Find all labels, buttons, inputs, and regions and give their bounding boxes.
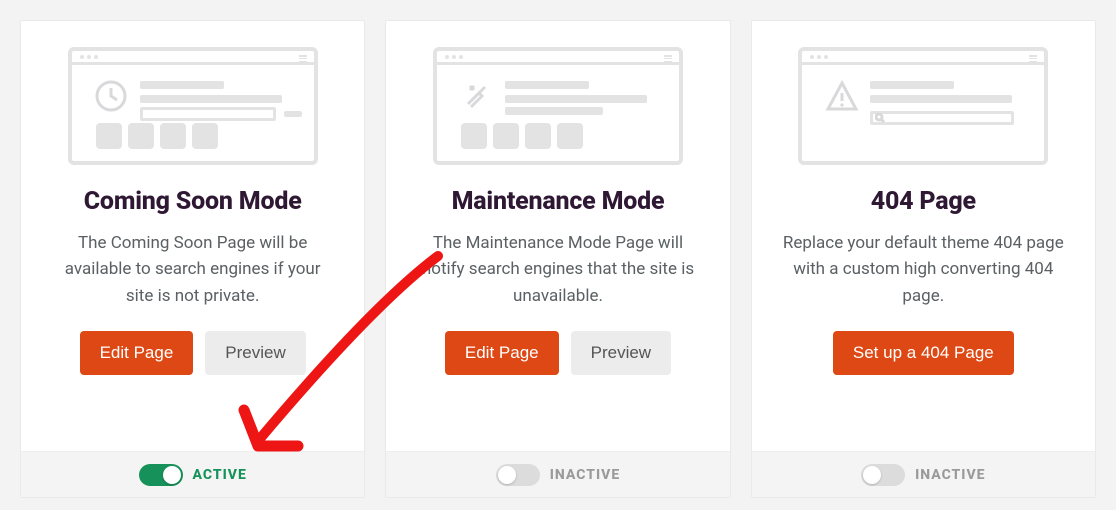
card-desc: Replace your default theme 404 page with… [778, 230, 1069, 309]
edit-page-button[interactable]: Edit Page [80, 331, 194, 375]
status-label: INACTIVE [550, 467, 620, 483]
card-title: Coming Soon Mode [84, 187, 302, 216]
card-coming-soon: Coming Soon Mode The Coming Soon Page wi… [20, 20, 365, 498]
card-maintenance: Maintenance Mode The Maintenance Mode Pa… [385, 20, 730, 498]
setup-404-button[interactable]: Set up a 404 Page [833, 331, 1014, 375]
preview-button[interactable]: Preview [571, 331, 671, 375]
wireframe-maintenance [433, 47, 683, 165]
card-desc: The Coming Soon Page will be available t… [47, 230, 338, 309]
toggle-maintenance[interactable] [496, 464, 540, 486]
wireframe-404 [798, 47, 1048, 165]
edit-page-button[interactable]: Edit Page [445, 331, 559, 375]
status-label: ACTIVE [193, 467, 247, 483]
card-desc: The Maintenance Mode Page will notify se… [412, 230, 703, 309]
toggle-coming-soon[interactable] [139, 464, 183, 486]
card-404: 404 Page Replace your default theme 404 … [751, 20, 1096, 498]
cards-wrapper: Coming Soon Mode The Coming Soon Page wi… [0, 0, 1116, 510]
tools-icon [459, 79, 493, 117]
clock-icon [94, 79, 128, 117]
card-title: 404 Page [871, 187, 976, 216]
preview-button[interactable]: Preview [205, 331, 305, 375]
status-label: INACTIVE [915, 467, 985, 483]
card-title: Maintenance Mode [452, 187, 665, 216]
warning-icon [824, 79, 860, 117]
wireframe-coming-soon [68, 47, 318, 165]
toggle-404[interactable] [861, 464, 905, 486]
